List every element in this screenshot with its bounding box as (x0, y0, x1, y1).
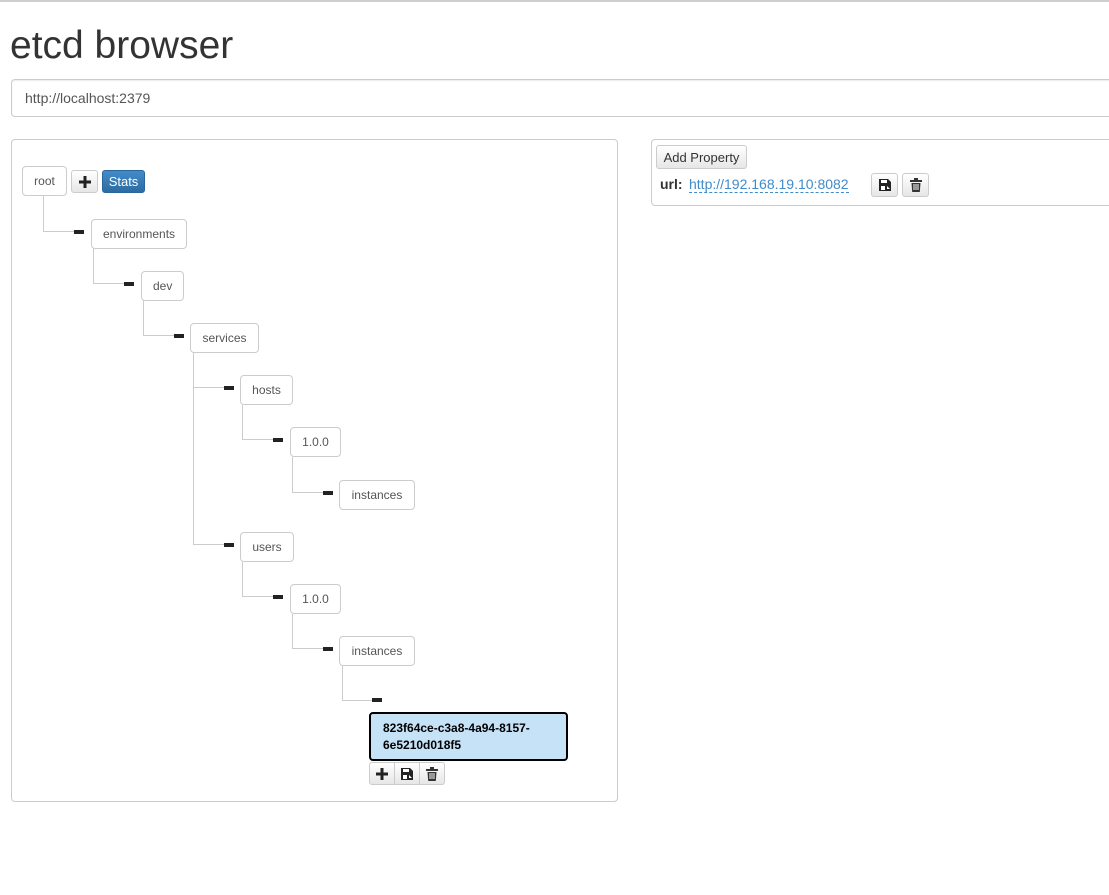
save-icon (401, 767, 413, 780)
collapse-toggle-hosts-instances[interactable] (323, 491, 333, 495)
collapse-toggle-services[interactable] (174, 334, 184, 338)
collapse-toggle-dev[interactable] (124, 282, 134, 286)
trash-icon (909, 178, 922, 192)
tree-node-users-instances[interactable]: instances (339, 636, 415, 666)
tree-connector (342, 666, 374, 701)
property-key: url: (660, 176, 683, 192)
node-action-group (369, 762, 445, 785)
trash-icon (426, 766, 438, 781)
tree-node-hosts[interactable]: hosts (240, 375, 293, 405)
tree-connector (93, 248, 125, 284)
server-url-input[interactable] (11, 79, 1109, 117)
tree-connector (43, 196, 76, 232)
tree-node-services[interactable]: services (190, 323, 259, 353)
add-node-button[interactable] (71, 170, 98, 193)
tree-node-users[interactable]: users (240, 532, 294, 562)
collapse-toggle-users-version[interactable] (273, 595, 283, 599)
collapse-toggle-instance[interactable] (372, 698, 382, 702)
tree-connector (193, 387, 225, 545)
property-value-link[interactable]: http://192.168.19.10:8082 (689, 176, 849, 193)
tree-node-environments[interactable]: environments (91, 219, 187, 249)
plus-icon (376, 767, 388, 780)
save-property-button[interactable] (871, 173, 898, 197)
collapse-toggle-environments[interactable] (74, 230, 84, 234)
collapse-toggle-hosts-version[interactable] (273, 438, 283, 442)
collapse-toggle-users-instances[interactable] (323, 647, 333, 651)
tree-connector (292, 457, 325, 493)
page-title: etcd browser (10, 24, 234, 67)
tree-connector (242, 562, 275, 597)
tree-connector (143, 300, 175, 336)
add-property-button[interactable]: Add Property (656, 145, 747, 169)
tree-node-selected-instance[interactable]: 823f64ce-c3a8-4a94-8157-6e5210d018f5 (369, 712, 568, 761)
tree-node-hosts-instances[interactable]: instances (339, 480, 415, 510)
save-icon (878, 179, 891, 191)
tree-node-users-version[interactable]: 1.0.0 (290, 584, 341, 614)
delete-property-button[interactable] (902, 173, 929, 197)
top-divider (0, 0, 1109, 2)
plus-icon (78, 175, 91, 188)
stats-button[interactable]: Stats (102, 170, 145, 193)
tree-connector (242, 405, 275, 440)
tree-connector (292, 614, 325, 649)
delete-node-button[interactable] (419, 762, 445, 785)
tree-connector (193, 352, 225, 388)
tree-node-root[interactable]: root (22, 166, 67, 196)
tree-node-dev[interactable]: dev (141, 271, 184, 301)
save-node-button[interactable] (394, 762, 420, 785)
collapse-toggle-users[interactable] (224, 543, 234, 547)
tree-node-hosts-version[interactable]: 1.0.0 (290, 427, 341, 457)
collapse-toggle-hosts[interactable] (224, 386, 234, 390)
add-child-button[interactable] (369, 762, 395, 785)
